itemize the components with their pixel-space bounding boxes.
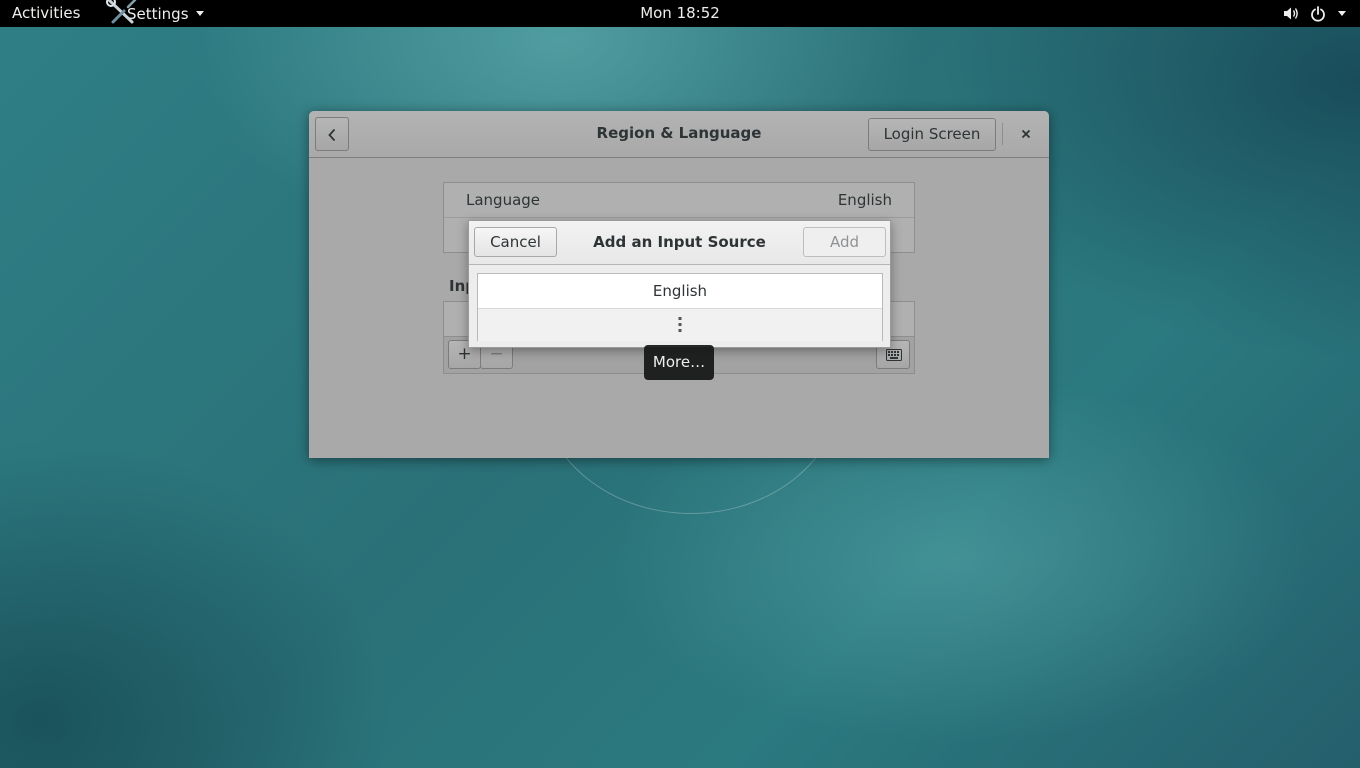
go-back-icon [328,128,336,142]
add-button[interactable]: Add [803,227,886,257]
chevron-down-icon [1338,11,1346,16]
add-input-source-dialog: Cancel Add an Input Source Add English [468,220,891,348]
volume-icon [1283,6,1300,21]
login-screen-button[interactable]: Login Screen [868,118,996,151]
header-separator [1002,123,1003,145]
chevron-down-icon [195,11,204,16]
activities-button[interactable]: Activities [12,0,80,27]
language-row[interactable]: Language English [444,183,914,217]
language-label: Language [466,191,541,209]
system-status-area[interactable] [1283,0,1346,27]
top-bar: Activities Settings Mon 18:52 [0,0,1360,27]
close-icon [1021,129,1031,139]
header-bar: Region & Language Login Screen [309,111,1049,158]
back-button[interactable] [315,117,349,151]
cancel-button[interactable]: Cancel [474,227,557,257]
keyboard-icon [886,349,902,361]
more-tooltip: More… [644,345,714,380]
clock-container: Mon 18:52 [0,0,1360,27]
clock[interactable]: Mon 18:52 [640,4,720,22]
dialog-header: Cancel Add an Input Source Add [469,221,890,265]
app-menu[interactable]: Settings [106,0,204,27]
language-value: English [837,191,892,209]
list-item[interactable]: English [478,274,882,308]
input-source-list: English [477,273,883,341]
show-more-row[interactable] [478,308,882,341]
settings-app-icon [104,0,140,26]
power-icon [1310,5,1326,22]
view-more-icon [678,317,682,332]
close-button[interactable] [1013,123,1039,145]
